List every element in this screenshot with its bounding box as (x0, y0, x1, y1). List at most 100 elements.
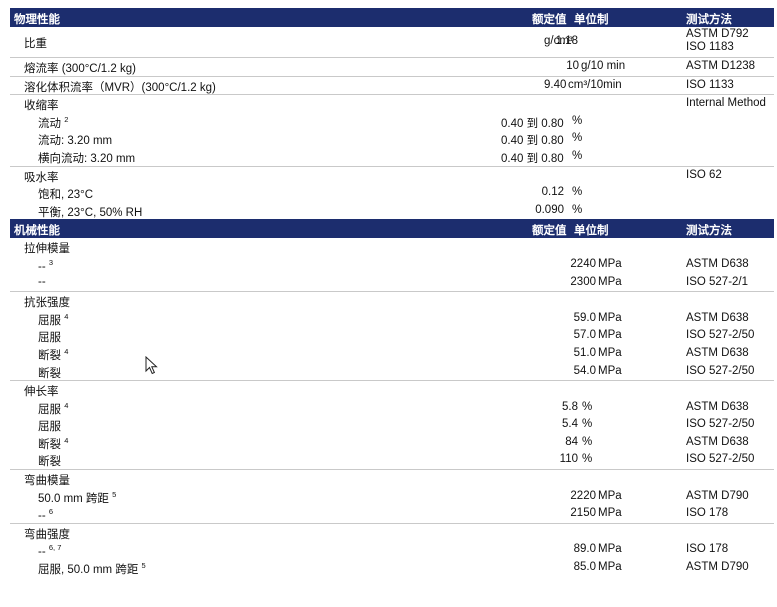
test-method: ISO 527-2/50 (686, 364, 755, 377)
property-name: 比重 (24, 38, 47, 50)
table-row: 弯曲强度 (10, 524, 774, 542)
property-value: 59.0 (573, 311, 596, 324)
property-group: 弯曲强度 -- 6, 7 89.0 MPa ISO 178 屈服, 50.0 m… (10, 524, 774, 577)
property-name: 拉伸模量 (24, 243, 70, 256)
property-value: 2220 (570, 489, 596, 502)
test-method: ISO 527-2/50 (686, 329, 755, 342)
table-row: -- 6 2150 MPa ISO 178 (10, 505, 774, 523)
datasheet: 物理性能 额定值 单位制 测试方法 比重 1.18 g/cm³ ASTM D79… (10, 8, 774, 577)
property-value: 2240 (570, 257, 596, 270)
table-row: -- 6, 7 89.0 MPa ISO 178 (10, 541, 774, 559)
table-row: 屈服 4 5.8 % ASTM D638 (10, 399, 774, 417)
property-condition: 屈服 (38, 332, 61, 345)
mouse-pointer-icon (145, 356, 158, 375)
table-row: 抗张强度 (10, 292, 774, 310)
property-name: 收缩率 (24, 100, 59, 113)
table-row: 屈服 57.0 MPa ISO 527-2/50 (10, 327, 774, 345)
property-group: 伸长率 屈服 4 5.8 % ASTM D638 屈服 5.4 % ISO 52… (10, 381, 774, 471)
property-unit: MPa (598, 507, 622, 520)
property-condition: 饱和, 23°C (38, 189, 94, 202)
section-header-mechanical: 机械性能 额定值 单位制 测试方法 (10, 219, 774, 239)
table-row: 屈服 5.4 % ISO 527-2/50 (10, 416, 774, 434)
table-row: 横向流动: 3.20 mm 0.40 到 0.80 % (10, 148, 774, 166)
property-name: 弯曲模量 (24, 475, 70, 488)
property-condition: 流动: 3.20 mm (38, 135, 113, 148)
test-method: ISO 62 (686, 168, 722, 181)
property-unit: g/10 min (581, 60, 626, 72)
property-value: 0.090 (535, 203, 564, 216)
property-condition: 流动 2 (38, 114, 69, 130)
table-row: 屈服 4 59.0 MPa ASTM D638 (10, 310, 774, 328)
property-unit: g/cm³ (544, 35, 573, 47)
table-row: 收缩率 Internal Method (10, 95, 774, 113)
property-name: 熔流率 (300°C/1.2 kg) (24, 63, 136, 75)
property-value: 0.40 到 0.80 (501, 135, 564, 148)
property-group: 熔流率 (300°C/1.2 kg) 10 g/10 min ASTM D123… (10, 58, 774, 77)
property-unit: MPa (598, 346, 622, 359)
test-method: ISO 527-2/50 (686, 453, 755, 466)
property-unit: MPa (598, 275, 622, 288)
property-unit: % (572, 114, 583, 127)
property-unit: MPa (598, 364, 622, 377)
property-condition: 断裂 4 (38, 435, 69, 451)
property-value: 10 (566, 60, 579, 72)
column-value-header: 额定值 (532, 225, 567, 238)
table-row: 流动: 3.20 mm 0.40 到 0.80 % (10, 130, 774, 148)
property-group: 溶化体积流率（MVR）(300°C/1.2 kg) 9.40 cm³/10min… (10, 77, 774, 96)
property-unit: % (572, 132, 583, 145)
property-value: 2150 (570, 507, 596, 520)
test-method: ASTM D638 (686, 346, 749, 359)
property-value: 84 (565, 435, 578, 448)
property-value: 5.4 (562, 418, 578, 431)
property-unit: cm³/10min (568, 78, 622, 91)
test-method: ISO 1183 (686, 41, 734, 53)
column-unit-header: 单位制 (574, 14, 609, 26)
property-name: 弯曲强度 (24, 528, 70, 541)
table-row: 断裂 54.0 MPa ISO 527-2/50 (10, 363, 774, 381)
table-row: 50.0 mm 跨距 5 2220 MPa ASTM D790 (10, 488, 774, 506)
table-row: 饱和, 23°C 0.12 % (10, 184, 774, 202)
property-name: 伸长率 (24, 386, 59, 399)
property-condition: 屈服 4 (38, 311, 69, 327)
property-condition: 断裂 4 (38, 346, 69, 362)
property-value: 89.0 (573, 543, 596, 556)
section-title: 机械性能 (14, 225, 60, 238)
property-unit: MPa (598, 257, 622, 270)
table-row: 熔流率 (300°C/1.2 kg) 10 g/10 min ASTM D123… (10, 58, 774, 76)
property-condition: 平衡, 23°C, 50% RH (38, 206, 143, 219)
test-method: ISO 178 (686, 543, 729, 556)
table-row: 弯曲模量 (10, 470, 774, 488)
property-condition: 50.0 mm 跨距 5 (38, 489, 117, 505)
test-method: ISO 178 (686, 507, 729, 520)
table-row: -- 2300 MPa ISO 527-2/1 (10, 274, 774, 292)
property-group: 吸水率 ISO 62 饱和, 23°C 0.12 % 平衡, 23°C, 50%… (10, 167, 774, 220)
property-group: 拉伸模量 -- 3 2240 MPa ASTM D638 -- 2300 MPa… (10, 238, 774, 293)
property-unit: MPa (598, 489, 622, 502)
property-group: 比重 1.18 g/cm³ ASTM D792 ISO 1183 (10, 27, 774, 58)
test-method: ISO 527-2/50 (686, 418, 755, 431)
property-unit: % (582, 400, 593, 413)
table-row: 断裂 4 51.0 MPa ASTM D638 (10, 345, 774, 363)
property-value: 2300 (570, 275, 596, 288)
property-condition: -- 6 (38, 507, 54, 523)
table-row: 屈服, 50.0 mm 跨距 5 85.0 MPa ASTM D790 (10, 559, 774, 577)
table-row: 伸长率 (10, 381, 774, 399)
table-row: 流动 2 0.40 到 0.80 % (10, 113, 774, 131)
property-condition: 屈服, 50.0 mm 跨距 5 (38, 561, 146, 577)
table-row: 断裂 110 % ISO 527-2/50 (10, 451, 774, 469)
property-name: 溶化体积流率（MVR）(300°C/1.2 kg) (24, 81, 216, 94)
table-row: -- 3 2240 MPa ASTM D638 (10, 256, 774, 274)
test-method: ASTM D638 (686, 400, 749, 413)
property-group: 弯曲模量 50.0 mm 跨距 5 2220 MPa ASTM D790 -- … (10, 470, 774, 524)
property-condition: 断裂 (38, 367, 61, 380)
table-row: 断裂 4 84 % ASTM D638 (10, 434, 774, 452)
property-unit: % (582, 435, 593, 448)
table-row: 平衡, 23°C, 50% RH 0.090 % (10, 202, 774, 220)
test-method: ASTM D790 (686, 561, 749, 574)
property-condition: -- 3 (38, 257, 54, 273)
test-method: ISO 527-2/1 (686, 275, 749, 288)
test-method: ASTM D792 (686, 28, 749, 40)
section-header-physical: 物理性能 额定值 单位制 测试方法 (10, 8, 774, 27)
property-value: 85.0 (573, 561, 596, 574)
property-unit: % (572, 149, 583, 162)
